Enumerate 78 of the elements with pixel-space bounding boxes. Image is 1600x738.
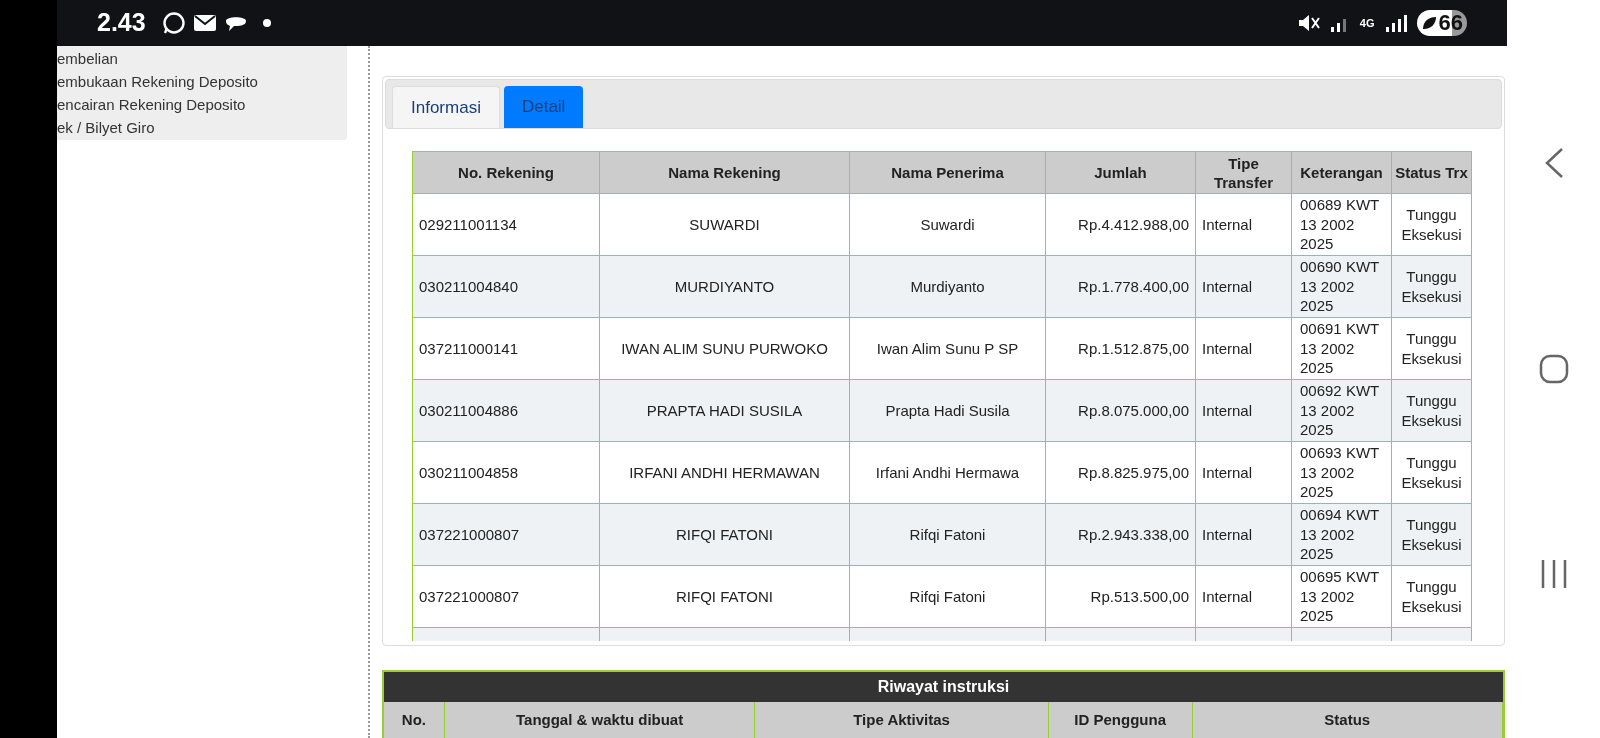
table-cell: PRAPTA HADI SUSILA [599,379,850,442]
table-cell: 00695 KWT 13 2002 2025 [1291,565,1392,628]
table-cell: 00694 KWT 13 2002 2025 [1291,503,1392,566]
table-cell: Internal [1195,379,1292,442]
table-cell: Tunggu Eksekusi [1391,379,1472,442]
table-cell: Internal [1195,317,1292,380]
table-cell: Iwan Alim Sunu P SP [849,317,1046,380]
back-icon[interactable] [1543,147,1564,179]
leaf-icon [1420,15,1437,31]
column-header: ID Pengguna [1048,702,1193,738]
table-cell: Rp.8.825.975,00 [1045,441,1196,504]
table-cell: 00690 KWT 13 2002 2025 [1291,255,1392,318]
table-cell: Internal [1195,441,1292,504]
table-cell: RIFQI FATONI [599,503,850,566]
column-header: Tipe Aktivitas [755,702,1049,738]
table-cell: Tunggu Eksekusi [1391,503,1472,566]
column-header: No. [384,702,445,738]
table-cell: 00691 KWT 13 2002 2025 [1291,317,1392,380]
table-cell: Rifqi Fatoni [849,503,1046,566]
table-cell: 037221000807 [412,565,600,628]
table-cell: 00692 KWT 13 2002 2025 [1291,379,1392,442]
table-cell: Tunggu Eksekusi [1391,317,1472,380]
table-cell: Internal [1195,193,1292,256]
table-cell: IRFANI ANDHI HERMAWAN [599,441,850,504]
table-cell: Internal [1195,503,1292,566]
clock: 2.43 [97,7,146,39]
table-cell: 037221000807 [412,503,600,566]
table-cell: Rp.8.075.000,00 [1045,379,1196,442]
table-cell: Rp.1.512.875,00 [1045,317,1196,380]
table-cell: Rp.1.778.400,00 [1045,255,1196,318]
chat-bubble-icon [161,11,186,35]
table-cell: Tunggu Eksekusi [1391,193,1472,256]
table-cell: Tunggu Eksekusi [1391,565,1472,628]
table-cell: MURDIYANTO [599,255,850,318]
table-cell: IWAN ALIM SUNU PURWOKO [599,317,850,380]
column-header: Status [1192,702,1503,738]
table-cell: Rp.4.412.988,00 [1045,193,1196,256]
battery-indicator: 66 [1416,10,1467,36]
column-header: Tanggal & waktu dibuat [444,702,756,738]
column-header: No. Rekening [412,151,600,194]
panel-title: Riwayat instruksi [876,677,1011,697]
table-cell: 029211001134 [412,193,600,256]
table-cell: Rifqi Fatoni [849,565,1046,628]
sidebar-item[interactable]: embukaan Rekening Deposito [57,70,347,93]
table-cell: Tunggu Eksekusi [1391,255,1472,318]
sidebar-item[interactable]: embelian [57,47,347,70]
column-header: Nama Rekening [599,151,850,194]
table-cell: Internal [1195,255,1292,318]
table-cell: 00689 KWT 13 2002 2025 [1291,193,1392,256]
column-header: Jumlah [1045,151,1196,194]
mail-icon [193,14,216,32]
table-cell: Suwardi [849,193,1046,256]
recent-apps-icon[interactable] [1539,559,1568,589]
table-cell: 030211004858 [412,441,600,504]
dot-icon [261,18,272,28]
table-cell: Irfani Andhi Hermawa [849,441,1046,504]
table-cell: SUWARDI [599,193,850,256]
table-cell: Prapta Hadi Susila [849,379,1046,442]
signal-icon [1384,14,1407,32]
table-cell: 030211004840 [412,255,600,318]
sidebar-item[interactable]: ek / Bilyet Giro [57,116,347,139]
home-icon[interactable] [1538,354,1569,384]
table-cell: Rp.513.500,00 [1045,565,1196,628]
table-cell: 030211004886 [412,379,600,442]
table-cell: Internal [1195,565,1292,628]
table-cell: RIFQI FATONI [599,565,850,628]
network-type: 4G [1359,17,1375,29]
table-cell: 037211000141 [412,317,600,380]
table-cell: 00693 KWT 13 2002 2025 [1291,441,1392,504]
tab[interactable]: Informasi [392,86,500,128]
sidebar-item[interactable]: encairan Rekening Deposito [57,93,347,116]
column-header: Keterangan [1291,151,1392,194]
table-cell: Rp.2.943.338,00 [1045,503,1196,566]
column-header: Tipe Transfer [1195,151,1292,194]
table-cell: Tunggu Eksekusi [1391,441,1472,504]
column-header: Nama Penerima [849,151,1046,194]
table-cell: Murdiyanto [849,255,1046,318]
column-header: Status Trx [1391,151,1472,194]
